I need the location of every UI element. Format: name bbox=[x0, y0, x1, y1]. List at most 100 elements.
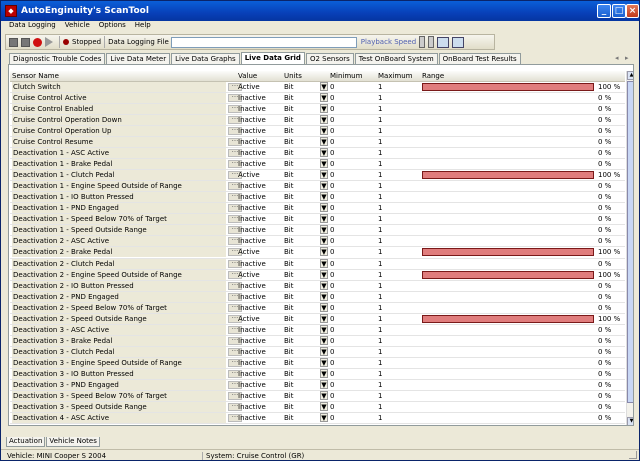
unit-dropdown-icon[interactable]: ▼ bbox=[320, 93, 328, 103]
menu-vehicle[interactable]: Vehicle bbox=[65, 21, 90, 33]
table-row[interactable]: Deactivation 1 - IO Button Pressed ··· Ina… bbox=[10, 192, 625, 204]
tab-onboard-test-results[interactable]: OnBoard Test Results bbox=[438, 53, 521, 64]
unit-dropdown-icon[interactable]: ▼ bbox=[320, 214, 328, 224]
table-row[interactable]: Clutch Switch ··· Active Bit ▼ 0 1 100 % bbox=[10, 82, 625, 94]
stop-icon[interactable] bbox=[21, 37, 30, 47]
table-row[interactable]: Deactivation 2 - Clutch Pedal ··· Inactive… bbox=[10, 258, 625, 270]
unit-dropdown-icon[interactable]: ▼ bbox=[320, 346, 328, 356]
table-row[interactable]: Deactivation 3 - Speed Outside Range ··· I… bbox=[10, 401, 625, 413]
unit-dropdown-icon[interactable]: ▼ bbox=[320, 324, 328, 334]
col-value[interactable]: Value bbox=[238, 72, 257, 80]
unit-dropdown-icon[interactable]: ▼ bbox=[320, 412, 328, 422]
tab-live-data-meter[interactable]: Live Data Meter bbox=[106, 53, 171, 64]
table-row[interactable]: Deactivation 2 - IO Button Pressed ··· Ina… bbox=[10, 280, 625, 292]
table-row[interactable]: Deactivation 3 - Clutch Pedal ··· Inactive… bbox=[10, 346, 625, 358]
unit-dropdown-icon[interactable]: ▼ bbox=[320, 126, 328, 136]
minimize-icon[interactable]: _ bbox=[597, 4, 611, 18]
table-row[interactable]: Deactivation 3 - IO Button Pressed ··· Ina… bbox=[10, 368, 625, 380]
tab-vehicle-notes[interactable]: Vehicle Notes bbox=[46, 437, 100, 447]
table-row[interactable]: Deactivation 3 - ASC Active ··· Inactive Bi… bbox=[10, 324, 625, 336]
tab-o2-sensors[interactable]: O2 Sensors bbox=[305, 53, 354, 64]
table-row[interactable]: Deactivation 4 - ASC Active ··· Inactive Bi… bbox=[10, 412, 625, 424]
unit-dropdown-icon[interactable]: ▼ bbox=[320, 357, 328, 367]
unit-dropdown-icon[interactable]: ▼ bbox=[320, 170, 328, 180]
table-row[interactable]: Cruise Control Operation Down ··· Inactive… bbox=[10, 115, 625, 127]
table-row[interactable]: Cruise Control Operation Up ··· Inactive Bi… bbox=[10, 126, 625, 138]
refresh-icon[interactable] bbox=[452, 36, 465, 48]
menu-help[interactable]: Help bbox=[135, 21, 151, 33]
unit-dropdown-icon[interactable]: ▼ bbox=[320, 302, 328, 312]
menu-options[interactable]: Options bbox=[99, 21, 126, 33]
table-row[interactable]: Deactivation 3 - Brake Pedal ··· Inactive B… bbox=[10, 335, 625, 347]
table-row[interactable]: Deactivation 2 - Engine Speed Outside of… bbox=[10, 269, 625, 281]
scroll-down-icon[interactable]: ▼ bbox=[627, 417, 633, 425]
unit-dropdown-icon[interactable]: ▼ bbox=[320, 269, 328, 279]
col-sensor-name[interactable]: Sensor Name bbox=[12, 72, 59, 80]
col-range[interactable]: Range bbox=[422, 72, 444, 80]
unit-dropdown-icon[interactable]: ▼ bbox=[320, 368, 328, 378]
table-row[interactable]: Deactivation 1 - Engine Speed Outside of… bbox=[10, 181, 625, 193]
table-row[interactable]: Deactivation 3 - Engine Speed Outside of… bbox=[10, 357, 625, 369]
unit-dropdown-icon[interactable]: ▼ bbox=[320, 313, 328, 323]
table-row[interactable]: Deactivation 1 - Speed Below 70% of Targ… bbox=[10, 214, 625, 226]
tab-test-onboard-system[interactable]: Test OnBoard System bbox=[354, 53, 438, 64]
unit-dropdown-icon[interactable]: ▼ bbox=[320, 192, 328, 202]
unit-dropdown-icon[interactable]: ▼ bbox=[320, 291, 328, 301]
record-icon[interactable] bbox=[33, 37, 42, 47]
unit-dropdown-icon[interactable]: ▼ bbox=[320, 335, 328, 345]
unit-dropdown-icon[interactable]: ▼ bbox=[320, 203, 328, 213]
table-row[interactable]: Deactivation 3 - PND Engaged ··· Inactive B… bbox=[10, 379, 625, 391]
col-minimum[interactable]: Minimum bbox=[330, 72, 362, 80]
col-maximum[interactable]: Maximum bbox=[378, 72, 413, 80]
table-row[interactable]: Deactivation 1 - Clutch Pedal ··· Active Bi… bbox=[10, 170, 625, 182]
tab-live-data-grid[interactable]: Live Data Grid bbox=[240, 52, 305, 64]
table-row[interactable]: Deactivation 1 - ASC Active ··· Inactive Bi… bbox=[10, 148, 625, 160]
unit-dropdown-icon[interactable]: ▼ bbox=[320, 115, 328, 125]
pause-icon[interactable] bbox=[9, 37, 18, 47]
table-row[interactable]: Cruise Control Resume ··· Inactive Bit ▼ 0 1 0 … bbox=[10, 137, 625, 149]
table-row[interactable]: Deactivation 2 - Brake Pedal ··· Active Bit… bbox=[10, 247, 625, 259]
unit-dropdown-icon[interactable]: ▼ bbox=[320, 225, 328, 235]
unit-dropdown-icon[interactable]: ▼ bbox=[320, 148, 328, 158]
tab-diagnostic-trouble-codes[interactable]: Diagnostic Trouble Codes bbox=[9, 53, 106, 64]
close-icon[interactable]: × bbox=[626, 4, 639, 18]
unit-dropdown-icon[interactable]: ▼ bbox=[320, 390, 328, 400]
unit-dropdown-icon[interactable]: ▼ bbox=[320, 137, 328, 147]
unit-dropdown-icon[interactable]: ▼ bbox=[320, 159, 328, 169]
menu-data-logging[interactable]: Data Logging bbox=[9, 21, 56, 33]
unit-dropdown-icon[interactable]: ▼ bbox=[320, 258, 328, 268]
unit-dropdown-icon[interactable]: ▼ bbox=[320, 379, 328, 389]
log-file-input[interactable] bbox=[170, 36, 357, 48]
table-row[interactable]: Cruise Control Enabled ··· Inactive Bit ▼ 0 1 0… bbox=[10, 104, 625, 116]
unit-dropdown-icon[interactable]: ▼ bbox=[320, 236, 328, 246]
tab-live-data-graphs[interactable]: Live Data Graphs bbox=[171, 53, 240, 64]
table-row[interactable]: Deactivation 1 - Speed Outside Range ··· I… bbox=[10, 225, 625, 237]
col-units[interactable]: Units bbox=[284, 72, 302, 80]
table-row[interactable]: Deactivation 3 - Speed Below 70% of Targ… bbox=[10, 390, 625, 402]
tab-scroll-right-icon[interactable]: ▸ bbox=[625, 54, 629, 62]
table-row[interactable]: Deactivation 1 - PND Engaged ··· Inactive B… bbox=[10, 203, 625, 215]
unit-dropdown-icon[interactable]: ▼ bbox=[320, 247, 328, 257]
screen-icon[interactable] bbox=[437, 36, 450, 48]
unit-dropdown-icon[interactable]: ▼ bbox=[320, 82, 328, 91]
table-row[interactable]: Deactivation 2 - PND Engaged ··· Inactive B… bbox=[10, 291, 625, 303]
tab-actuation[interactable]: Actuation bbox=[6, 437, 46, 447]
unit-dropdown-icon[interactable]: ▼ bbox=[320, 401, 328, 411]
table-row[interactable]: Deactivation 2 - ASC Active ··· Inactive Bi… bbox=[10, 236, 625, 248]
table-row[interactable]: Cruise Control Active ··· Inactive Bit ▼ 0 1 0 … bbox=[10, 93, 625, 105]
playback-speed-slider[interactable] bbox=[419, 36, 426, 48]
play-icon[interactable] bbox=[45, 37, 53, 47]
table-row[interactable]: Deactivation 2 - Speed Below 70% of Targ… bbox=[10, 302, 625, 314]
playback-speed-slider-2[interactable] bbox=[428, 36, 435, 48]
unit-dropdown-icon[interactable]: ▼ bbox=[320, 181, 328, 191]
title-bar[interactable]: ◆ AutoEnginuity's ScanTool _ □ × bbox=[1, 1, 639, 21]
table-row[interactable]: Deactivation 2 - Speed Outside Range ··· A… bbox=[10, 313, 625, 325]
table-row[interactable]: Deactivation 1 - Brake Pedal ··· Inactive B… bbox=[10, 159, 625, 171]
tab-scroll-left-icon[interactable]: ◂ bbox=[615, 54, 619, 62]
unit-dropdown-icon[interactable]: ▼ bbox=[320, 104, 328, 114]
scroll-thumb[interactable] bbox=[627, 81, 633, 403]
vertical-scrollbar[interactable]: ▲ ▼ bbox=[626, 71, 633, 425]
resize-grip-icon[interactable] bbox=[629, 451, 637, 459]
unit-dropdown-icon[interactable]: ▼ bbox=[320, 280, 328, 290]
maximize-icon[interactable]: □ bbox=[612, 4, 626, 18]
